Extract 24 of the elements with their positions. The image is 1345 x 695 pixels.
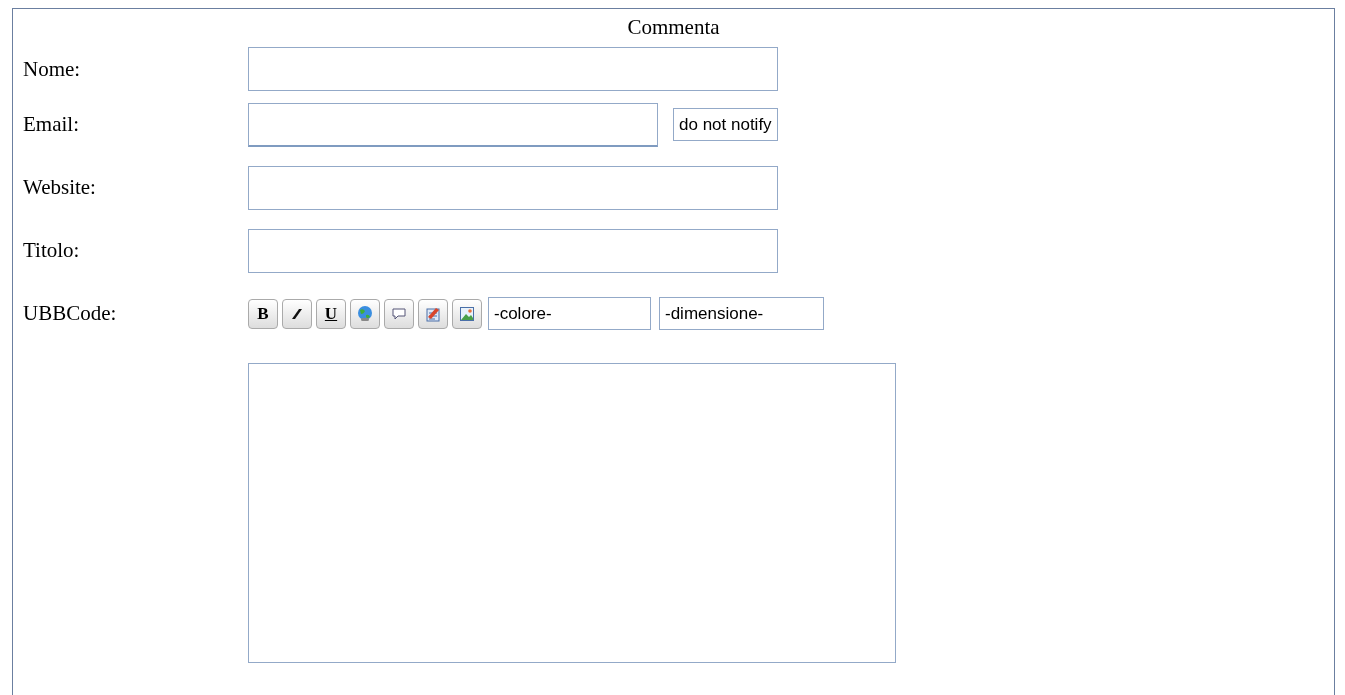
field-label: Email: [23, 112, 80, 137]
email-field[interactable] [248, 102, 658, 147]
field-label: UBBCode: [23, 301, 118, 326]
bold-button[interactable]: B [248, 298, 278, 329]
field-label: Nome: [23, 56, 82, 82]
text-field[interactable] [248, 228, 778, 273]
italic-icon [290, 306, 304, 321]
link-button[interactable] [350, 298, 380, 329]
quote-button[interactable] [384, 298, 414, 329]
dropdown[interactable]: -dimensione- [659, 297, 824, 330]
underline-button[interactable]: U [316, 298, 346, 329]
dropdown[interactable]: -colore- [488, 297, 651, 330]
image-icon [459, 305, 475, 322]
notify-select[interactable]: do not notify [673, 108, 778, 141]
field-label: Titolo: [23, 238, 81, 263]
speech-bubble-icon [391, 305, 407, 322]
globe-icon [356, 304, 374, 323]
image-button[interactable] [452, 298, 482, 329]
form-title: Commenta [626, 14, 721, 41]
italic-button[interactable] [282, 298, 312, 329]
text-field[interactable] [248, 47, 778, 91]
code-button[interactable] [418, 298, 448, 329]
text-field[interactable] [248, 165, 778, 210]
field-label: Website: [23, 175, 97, 200]
